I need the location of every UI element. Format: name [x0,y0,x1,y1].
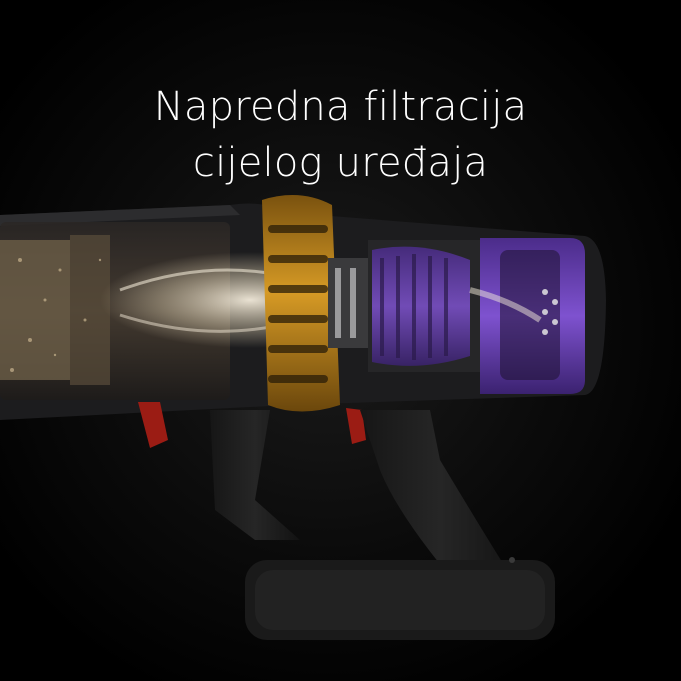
headline-line-1: Napredna filtracija [153,83,528,130]
handle [210,410,555,640]
motor-filter [368,238,585,394]
page-title: Napredna filtracija cijelog uređaja [0,79,681,191]
headline-line-2: cijelog uređaja [192,139,489,186]
